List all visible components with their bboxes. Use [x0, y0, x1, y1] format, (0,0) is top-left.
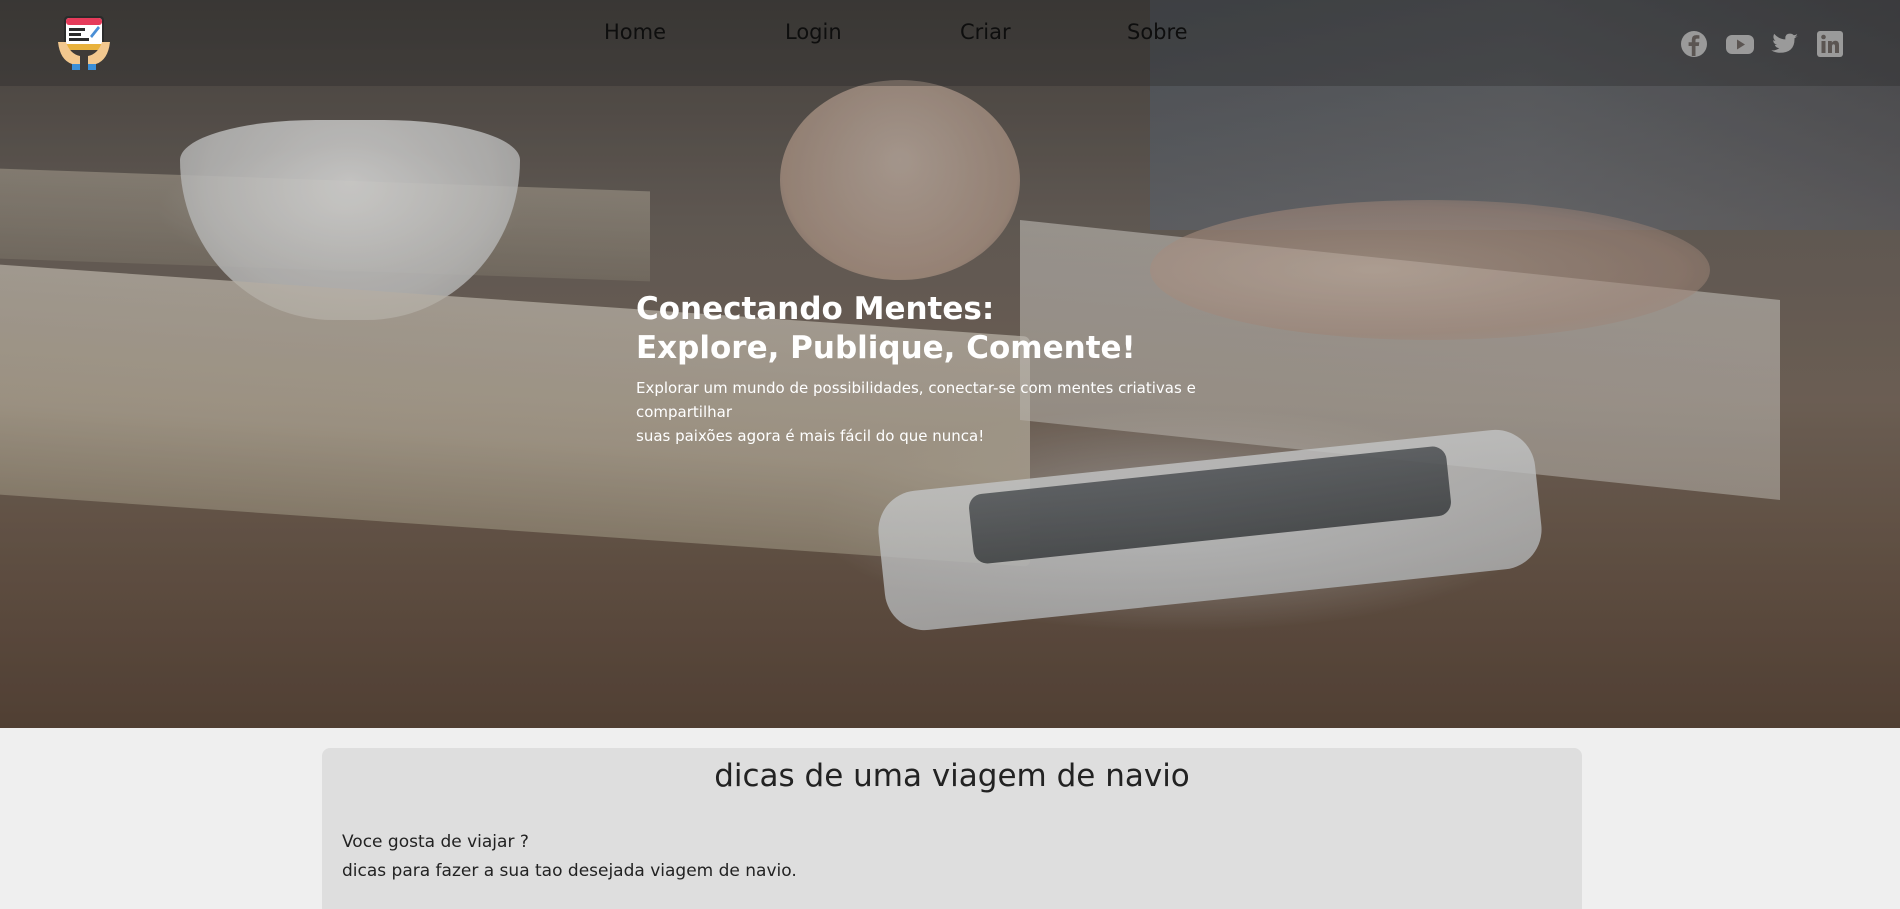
linkedin-icon[interactable] — [1816, 30, 1844, 58]
post-line2: dicas para fazer a sua tao desejada viag… — [342, 861, 797, 881]
facebook-icon[interactable] — [1680, 30, 1708, 58]
twitter-icon[interactable] — [1770, 30, 1800, 58]
nav-item-home[interactable]: Home — [604, 20, 666, 44]
hero-subtitle-line1: Explorar um mundo de possibilidades, con… — [636, 379, 1196, 421]
hero-title-line2: Explore, Publique, Comente! — [636, 330, 1136, 366]
youtube-icon[interactable] — [1725, 30, 1755, 58]
post-card[interactable]: dicas de uma viagem de navio Voce gosta … — [322, 748, 1582, 909]
nav-item-sobre[interactable]: Sobre — [1127, 20, 1188, 44]
hero-subtitle: Explorar um mundo de possibilidades, con… — [636, 376, 1276, 448]
hero-title: Conectando Mentes: Explore, Publique, Co… — [636, 290, 1276, 368]
site-header: Home Login Criar Sobre — [0, 0, 1900, 86]
hero-text: Conectando Mentes: Explore, Publique, Co… — [636, 290, 1276, 448]
hero-title-line1: Conectando Mentes: — [636, 291, 995, 327]
nav-item-login[interactable]: Login — [785, 20, 842, 44]
nav-item-criar[interactable]: Criar — [960, 20, 1011, 44]
main-nav: Home Login Criar Sobre — [0, 20, 1900, 50]
post-body: Voce gosta de viajar ? dicas para fazer … — [342, 828, 797, 886]
hero-subtitle-line2: suas paixões agora é mais fácil do que n… — [636, 427, 985, 445]
post-line1: Voce gosta de viajar ? — [342, 832, 529, 852]
hero-banner: Conectando Mentes: Explore, Publique, Co… — [0, 0, 1900, 728]
post-title[interactable]: dicas de uma viagem de navio — [322, 758, 1582, 794]
